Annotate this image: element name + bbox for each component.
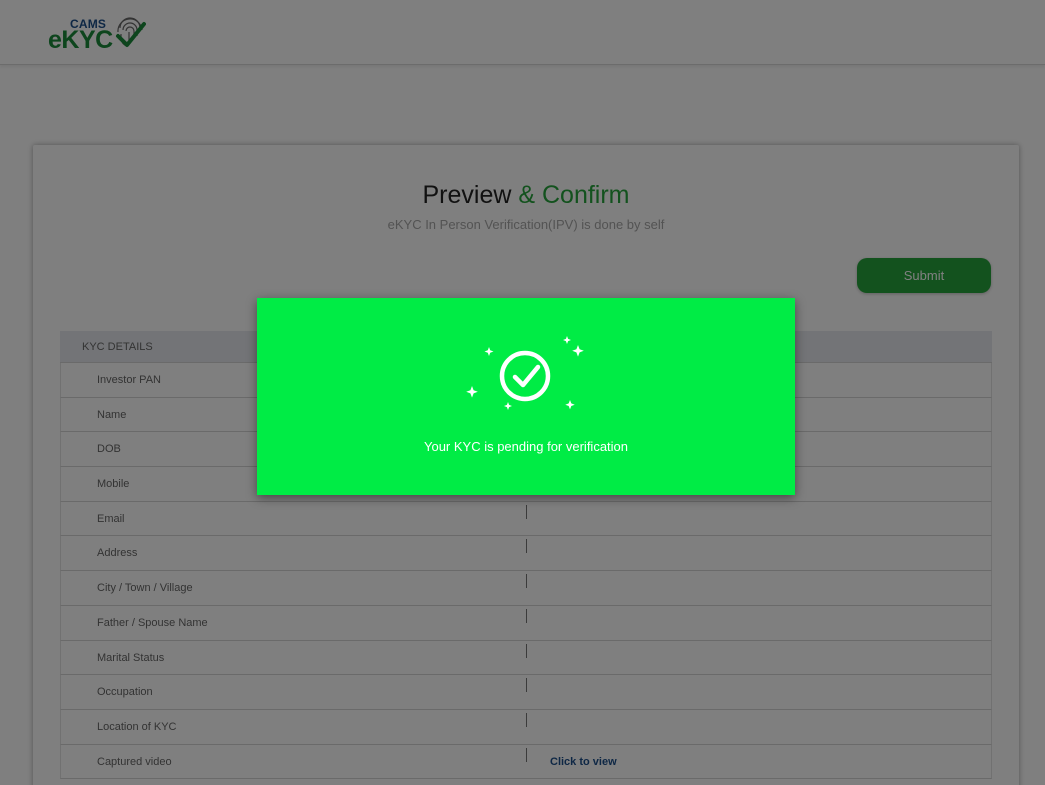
check-circle-sparkles-icon bbox=[466, 336, 584, 410]
status-modal: Your KYC is pending for verification bbox=[257, 298, 795, 495]
modal-message: Your KYC is pending for verification bbox=[423, 439, 629, 454]
